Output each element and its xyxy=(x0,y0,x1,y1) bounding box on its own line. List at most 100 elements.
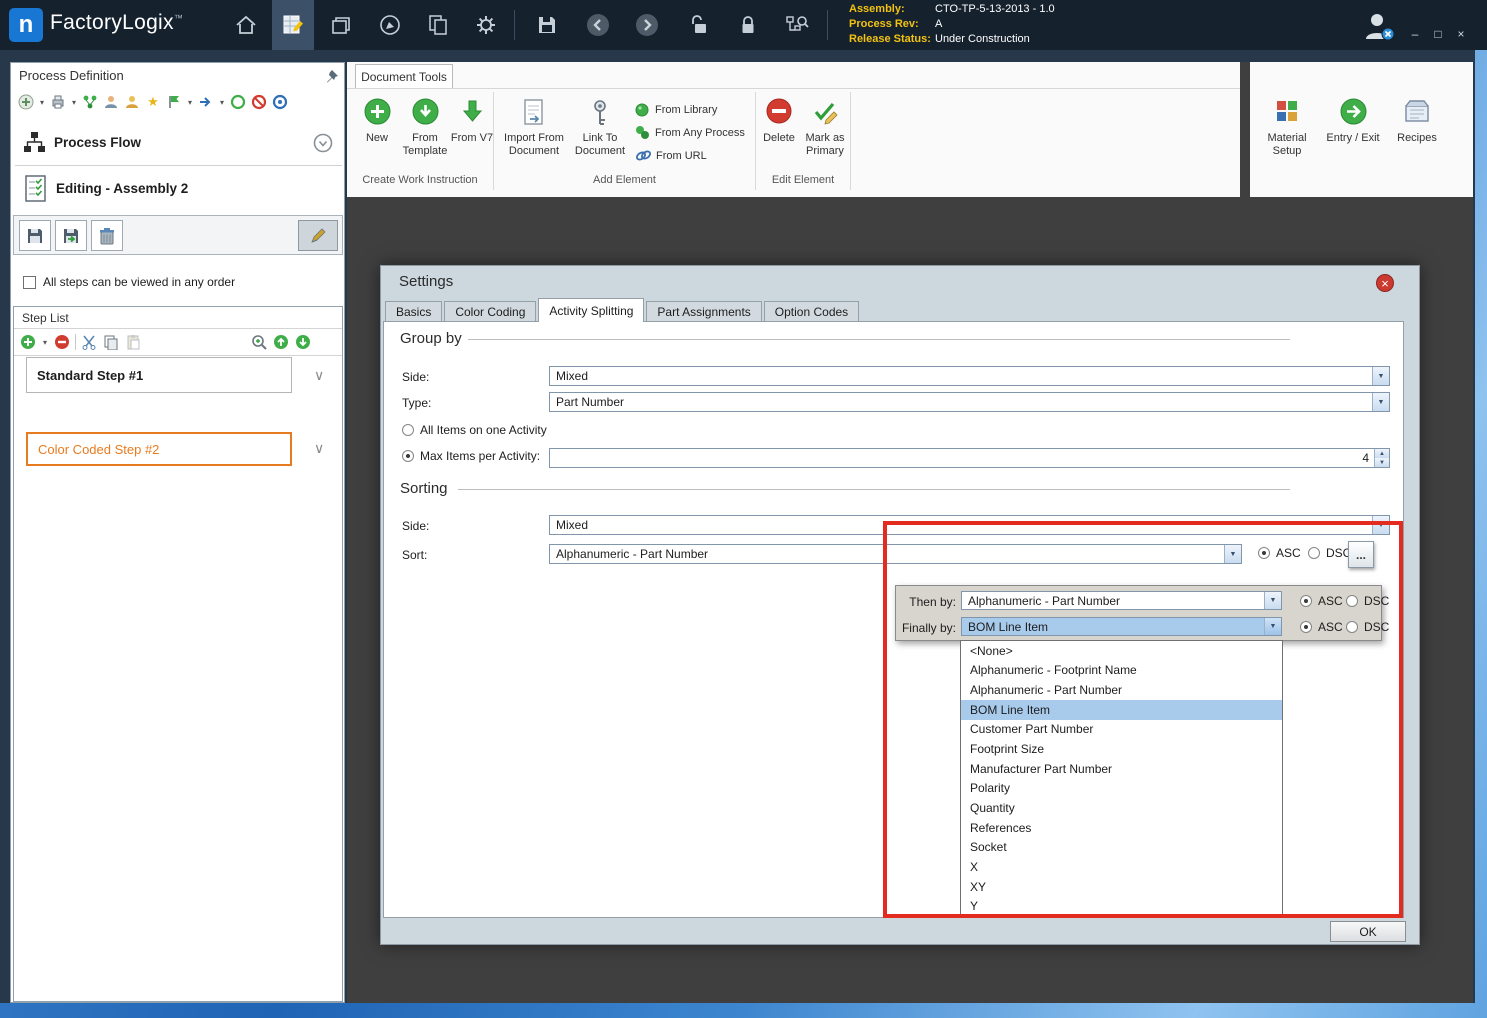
caret-icon[interactable]: ▾ xyxy=(70,98,78,107)
tab-basics[interactable]: Basics xyxy=(385,301,442,322)
from-url-button[interactable]: From URL xyxy=(635,148,707,163)
radio-dot[interactable] xyxy=(1346,595,1358,607)
pin-icon[interactable] xyxy=(325,69,339,86)
sort-option[interactable]: Alphanumeric - Part Number xyxy=(961,680,1282,700)
then-by-select[interactable]: Alphanumeric - Part Number ▼ xyxy=(961,591,1282,610)
tab-option-codes[interactable]: Option Codes xyxy=(764,301,859,322)
home-icon[interactable] xyxy=(227,0,265,50)
finally-by-select[interactable]: BOM Line Item ▼ xyxy=(961,617,1282,636)
approver-icon[interactable] xyxy=(123,93,141,111)
compass-icon[interactable] xyxy=(371,0,409,50)
sort-option[interactable]: Socket xyxy=(961,837,1282,857)
max-items-radio[interactable]: Max Items per Activity: xyxy=(402,449,540,463)
sort-dsc-radio[interactable]: DSC xyxy=(1308,546,1351,560)
all-items-radio[interactable]: All Items on one Activity xyxy=(402,423,547,437)
copy-icon[interactable] xyxy=(102,333,120,351)
dialog-close-icon[interactable]: × xyxy=(1376,274,1394,292)
spinner[interactable]: ▲▼ xyxy=(1374,449,1389,467)
radio-dot[interactable] xyxy=(1300,595,1312,607)
then-by-asc-radio[interactable]: ASC xyxy=(1300,594,1343,608)
chevron-down-icon[interactable]: ∨ xyxy=(314,440,324,457)
sort-option[interactable]: References xyxy=(961,818,1282,838)
dropdown-arrow-icon[interactable]: ▼ xyxy=(1224,545,1241,563)
close-button[interactable]: × xyxy=(1452,26,1470,42)
disable-icon[interactable] xyxy=(250,93,268,111)
dropdown-arrow-icon[interactable]: ▼ xyxy=(1264,592,1281,609)
minimize-button[interactable]: – xyxy=(1406,26,1424,42)
more-sort-options-button[interactable]: ... xyxy=(1348,541,1374,568)
sort-option[interactable]: Customer Part Number xyxy=(961,720,1282,740)
radio-dot[interactable] xyxy=(402,450,414,462)
print-icon[interactable] xyxy=(49,93,67,111)
mark-as-primary-button[interactable]: Mark as Primary xyxy=(797,98,853,158)
import-document-button[interactable] xyxy=(55,220,87,251)
process-flow-header[interactable]: Process Flow xyxy=(23,131,141,153)
sort-asc-radio[interactable]: ASC xyxy=(1258,546,1301,560)
move-up-icon[interactable] xyxy=(272,333,290,351)
person-icon[interactable] xyxy=(102,93,120,111)
caret-icon[interactable]: ▾ xyxy=(186,98,194,107)
edit-document-button[interactable] xyxy=(298,220,338,251)
gear-icon[interactable] xyxy=(467,0,505,50)
lock-icon[interactable] xyxy=(729,0,767,50)
tab-document-tools[interactable]: Document Tools xyxy=(355,64,453,88)
unlock-icon[interactable] xyxy=(681,0,719,50)
from-template-button[interactable]: From Template xyxy=(402,98,448,158)
revision-icon[interactable] xyxy=(271,93,289,111)
import-from-document-button[interactable]: Import From Document xyxy=(503,98,565,158)
from-library-button[interactable]: From Library xyxy=(635,102,717,117)
dropdown-arrow-icon[interactable]: ▼ xyxy=(1372,393,1389,411)
finally-by-dsc-radio[interactable]: DSC xyxy=(1346,620,1389,634)
wizard-icon[interactable]: ★ xyxy=(144,93,162,111)
production-icon[interactable] xyxy=(322,0,360,50)
step-item-1[interactable]: Standard Step #1 xyxy=(26,357,292,393)
forward-icon[interactable] xyxy=(628,0,666,50)
documents-icon[interactable] xyxy=(419,0,457,50)
max-items-input[interactable]: 4 ▲▼ xyxy=(549,448,1390,468)
process-definition-icon[interactable] xyxy=(274,0,312,50)
paste-icon[interactable] xyxy=(124,333,142,351)
radio-dot[interactable] xyxy=(1300,621,1312,633)
process-tree-icon[interactable] xyxy=(81,93,99,111)
chevron-down-icon[interactable]: ∨ xyxy=(314,367,324,384)
cut-icon[interactable] xyxy=(80,333,98,351)
material-setup-button[interactable]: Material Setup xyxy=(1258,98,1316,158)
caret-icon[interactable]: ▾ xyxy=(41,338,49,347)
sort-option[interactable]: <None> xyxy=(961,641,1282,661)
move-down-icon[interactable] xyxy=(294,333,312,351)
collapse-arrow-icon[interactable] xyxy=(313,133,333,156)
link-to-document-button[interactable]: Link To Document xyxy=(569,98,631,158)
sort-option[interactable]: XY xyxy=(961,877,1282,897)
sort-option[interactable]: Polarity xyxy=(961,778,1282,798)
side-select[interactable]: Mixed ▼ xyxy=(549,366,1390,386)
tab-activity-splitting[interactable]: Activity Splitting xyxy=(538,298,644,322)
sort-option[interactable]: Y xyxy=(961,896,1282,916)
caret-icon[interactable]: ▾ xyxy=(38,98,46,107)
caret-icon[interactable]: ▾ xyxy=(218,98,226,107)
type-select[interactable]: Part Number ▼ xyxy=(549,392,1390,412)
delete-document-button[interactable] xyxy=(91,220,123,251)
maximize-button[interactable]: □ xyxy=(1429,26,1447,42)
process-search-icon[interactable] xyxy=(778,0,816,50)
radio-dot[interactable] xyxy=(1258,547,1270,559)
any-order-option[interactable]: All steps can be viewed in any order xyxy=(23,275,235,289)
recipes-button[interactable]: Recipes xyxy=(1388,98,1446,145)
finally-by-asc-radio[interactable]: ASC xyxy=(1300,620,1343,634)
add-step-icon[interactable] xyxy=(19,333,37,351)
from-v7-button[interactable]: From V7 xyxy=(449,98,495,145)
new-button[interactable]: New xyxy=(354,98,400,145)
ok-button[interactable]: OK xyxy=(1330,921,1406,942)
from-any-process-button[interactable]: From Any Process xyxy=(635,125,745,140)
spinner-down-icon[interactable]: ▼ xyxy=(1375,458,1389,467)
remove-step-icon[interactable] xyxy=(53,333,71,351)
publish-flag-icon[interactable] xyxy=(165,93,183,111)
sort-option[interactable]: Alphanumeric - Footprint Name xyxy=(961,661,1282,681)
spinner-up-icon[interactable]: ▲ xyxy=(1375,449,1389,458)
enable-icon[interactable] xyxy=(229,93,247,111)
tab-color-coding[interactable]: Color Coding xyxy=(444,301,536,322)
dropdown-arrow-icon[interactable]: ▼ xyxy=(1372,367,1389,385)
sort-option-selected[interactable]: BOM Line Item xyxy=(961,700,1282,720)
then-by-dsc-radio[interactable]: DSC xyxy=(1346,594,1389,608)
export-icon[interactable] xyxy=(197,93,215,111)
dropdown-arrow-icon[interactable]: ▼ xyxy=(1372,516,1389,534)
